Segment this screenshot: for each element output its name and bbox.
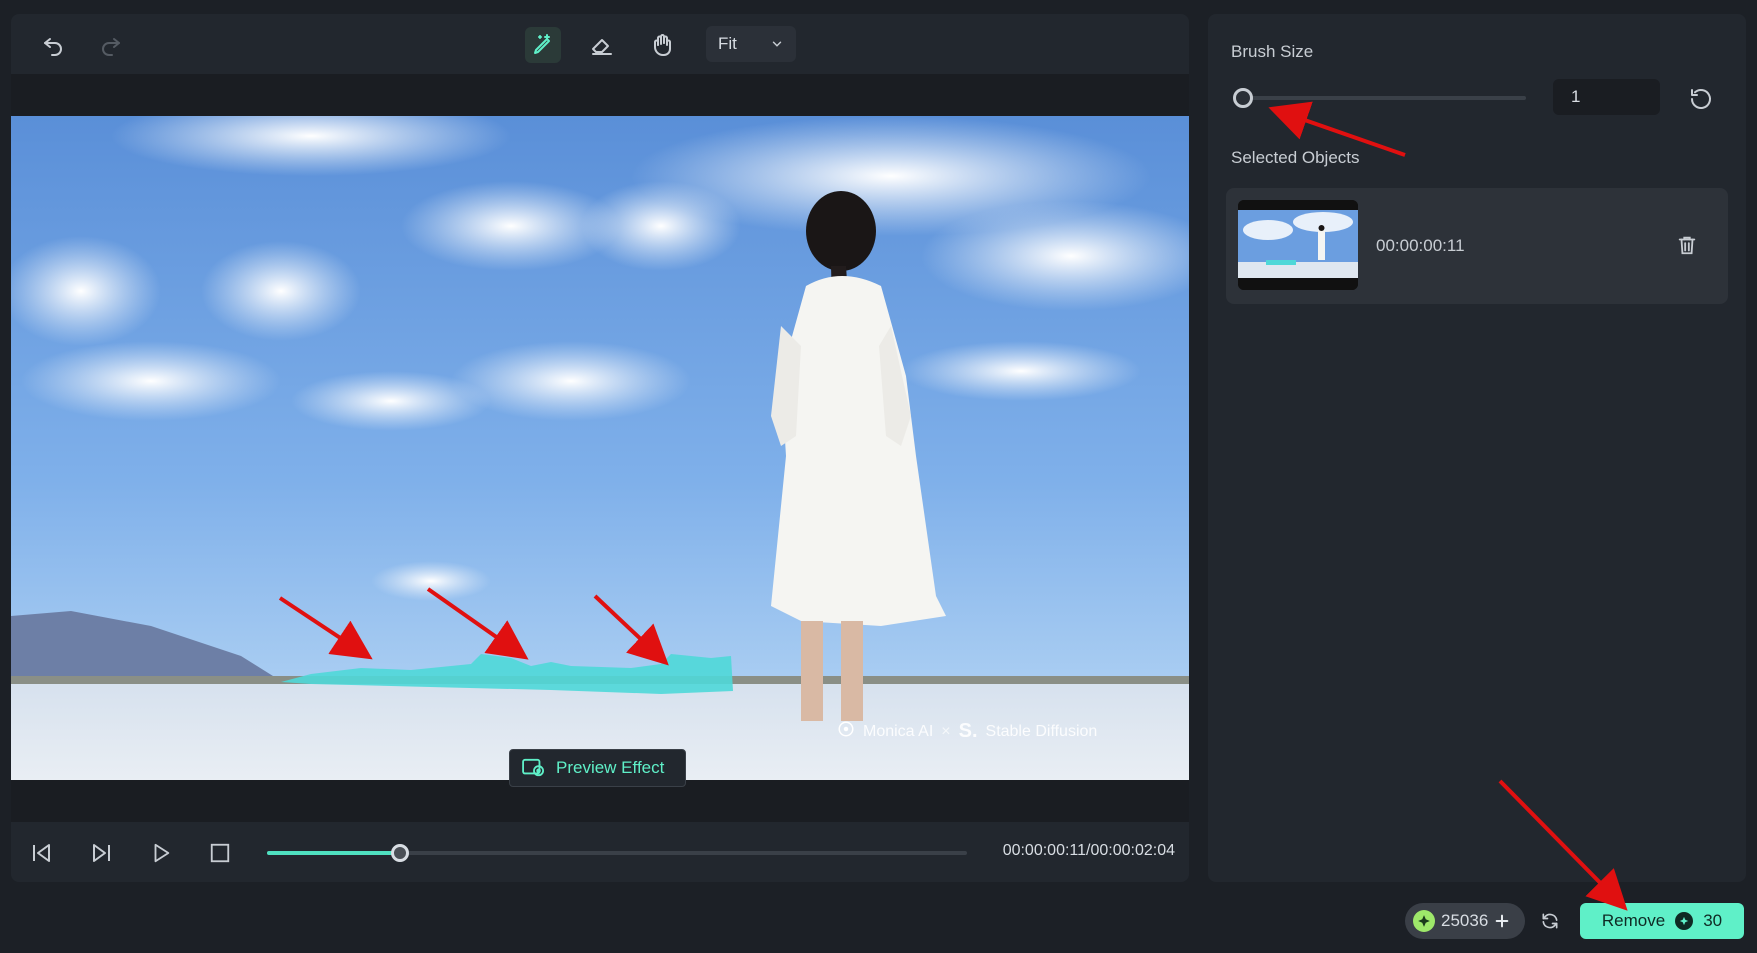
credits-value: 25036 [1441,911,1489,930]
selected-object-item[interactable]: 00:00:00:11 [1226,188,1728,304]
side-panel: Brush Size Selected Objects 00:00:00:11 [1208,14,1746,882]
remove-cost-icon [1675,912,1694,930]
preview-effect-icon [522,758,544,777]
smart-brush-icon [534,34,550,54]
stop-button[interactable] [205,838,235,868]
undo-button[interactable] [35,27,71,63]
watermark-left-text: Monica AI [863,722,934,740]
playback-progress-fill [267,851,400,855]
reset-icon [1691,89,1711,109]
object-thumbnail [1238,200,1358,290]
watermark: Monica AI × S. Stable Diffusion [837,720,1097,743]
credit-coin-icon [1413,910,1435,932]
prev-frame-button[interactable] [27,838,57,868]
preview-effect-button[interactable]: Preview Effect [509,749,686,787]
delete-object-button[interactable] [1672,230,1702,260]
remove-label: Remove [1601,911,1666,930]
hand-icon [654,34,671,56]
brush-size-slider-track[interactable] [1242,96,1526,100]
trash-icon [1678,236,1696,255]
play-icon [154,843,170,863]
stable-diffusion-logo: S. [958,720,978,742]
playback-controls: 00:00:00:11/00:00:02:04 [11,822,1189,882]
eraser-button[interactable] [584,27,620,63]
prev-frame-icon [33,844,50,862]
hand-tool-button[interactable] [644,27,680,63]
smart-brush-button[interactable] [525,27,561,63]
redo-button[interactable] [93,27,129,63]
playback-progress-track[interactable] [267,844,967,862]
refresh-credits-button[interactable] [1535,906,1565,936]
preview-effect-label: Preview Effect [556,758,665,777]
refresh-icon [1542,913,1558,929]
watermark-right-text: Stable Diffusion [985,722,1098,740]
chevron-down-icon [772,41,782,47]
brush-size-slider-handle[interactable] [1233,88,1253,108]
playback-scrubber-handle[interactable] [391,844,409,862]
object-time: 00:00:00:11 [1376,236,1465,255]
video-frame-image [11,116,1189,780]
undo-icon [44,38,62,56]
next-frame-icon [93,844,110,862]
redo-icon [102,38,120,56]
add-credits-icon[interactable] [1494,913,1510,929]
brush-size-label: Brush Size [1231,42,1314,61]
play-button[interactable] [146,838,176,868]
editor-toolbar: Fit [11,14,1189,74]
timecode: 00:00:00:11/00:00:02:04 [1002,842,1175,859]
stop-icon [210,843,230,863]
remove-button[interactable]: Remove 30 [1580,903,1744,939]
next-frame-button[interactable] [86,838,116,868]
zoom-select-value: Fit [718,34,737,53]
editor-panel: Fit Monica AI × S. Stable Diffusion Prev… [11,14,1189,882]
credits-balance[interactable]: 25036 [1405,903,1525,939]
brush-size-input[interactable] [1553,79,1660,115]
remove-cost: 30 [1703,911,1723,930]
zoom-select[interactable]: Fit [706,26,796,62]
monica-logo-icon [837,720,855,743]
watermark-separator: × [941,722,951,740]
video-preview[interactable] [11,116,1189,780]
eraser-icon [592,39,612,55]
selected-objects-label: Selected Objects [1231,148,1360,167]
reset-brush-size-button[interactable] [1686,84,1716,114]
